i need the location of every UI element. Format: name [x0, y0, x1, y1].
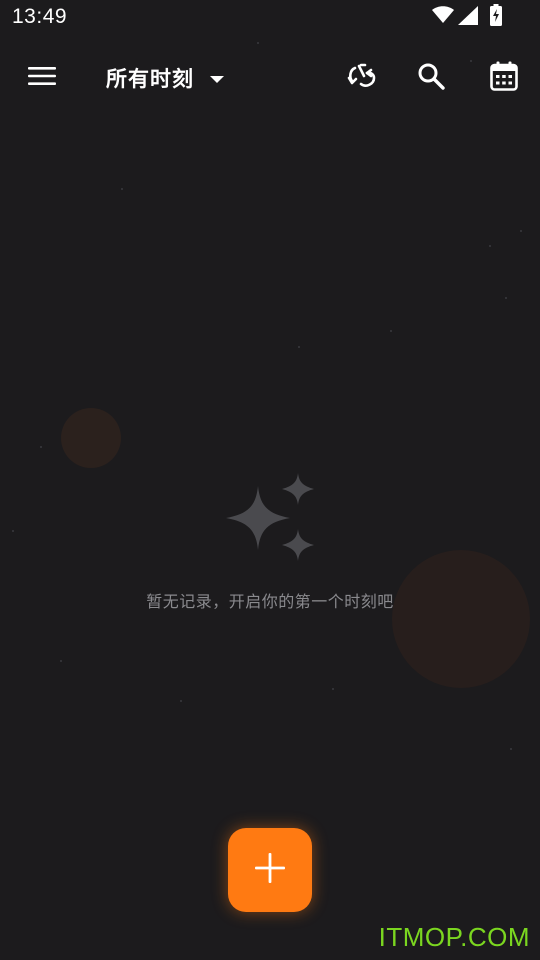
star-dot: [520, 230, 522, 232]
star-dot: [40, 446, 42, 448]
star-dot: [12, 530, 14, 532]
plus-icon: [255, 853, 285, 887]
cellular-signal-icon: [458, 5, 478, 29]
star-dot: [257, 42, 259, 44]
wifi-icon: [432, 6, 454, 28]
decorative-planet-large: [392, 550, 530, 688]
watermark: ITMOP.COM: [378, 922, 530, 952]
search-icon: [417, 62, 445, 94]
chevron-down-icon: [210, 75, 224, 83]
title-dropdown[interactable]: 所有时刻: [106, 60, 224, 96]
search-button[interactable]: [409, 56, 453, 100]
status-bar: 13:49: [0, 0, 540, 36]
star-dot: [332, 688, 334, 690]
app-screen: 13:49 所有时刻 暂无记录，开启你的第一个时刻吧 ITMOP.COM: [0, 0, 540, 960]
calendar-button[interactable]: [482, 56, 526, 100]
star-dot: [298, 346, 300, 348]
calendar-icon: [490, 61, 518, 95]
sparkle-icon: [224, 470, 320, 566]
menu-icon: [28, 66, 56, 90]
status-icons: [432, 4, 502, 30]
decorative-planet-small: [61, 408, 121, 468]
star-dot: [510, 748, 512, 750]
empty-state-message: 暂无记录，开启你的第一个时刻吧: [146, 592, 394, 611]
app-bar: 所有时刻: [0, 48, 540, 108]
status-time: 13:49: [12, 5, 68, 28]
sync-icon: [346, 62, 378, 94]
star-dot: [390, 330, 392, 332]
star-dot: [121, 188, 123, 190]
star-dot: [489, 245, 491, 247]
menu-button[interactable]: [20, 56, 64, 100]
add-moment-button[interactable]: [228, 828, 312, 912]
star-dot: [505, 297, 507, 299]
star-dot: [180, 700, 182, 702]
battery-charging-icon: [490, 4, 502, 30]
star-dot: [60, 660, 62, 662]
sync-button[interactable]: [340, 56, 384, 100]
page-title: 所有时刻: [106, 67, 194, 91]
